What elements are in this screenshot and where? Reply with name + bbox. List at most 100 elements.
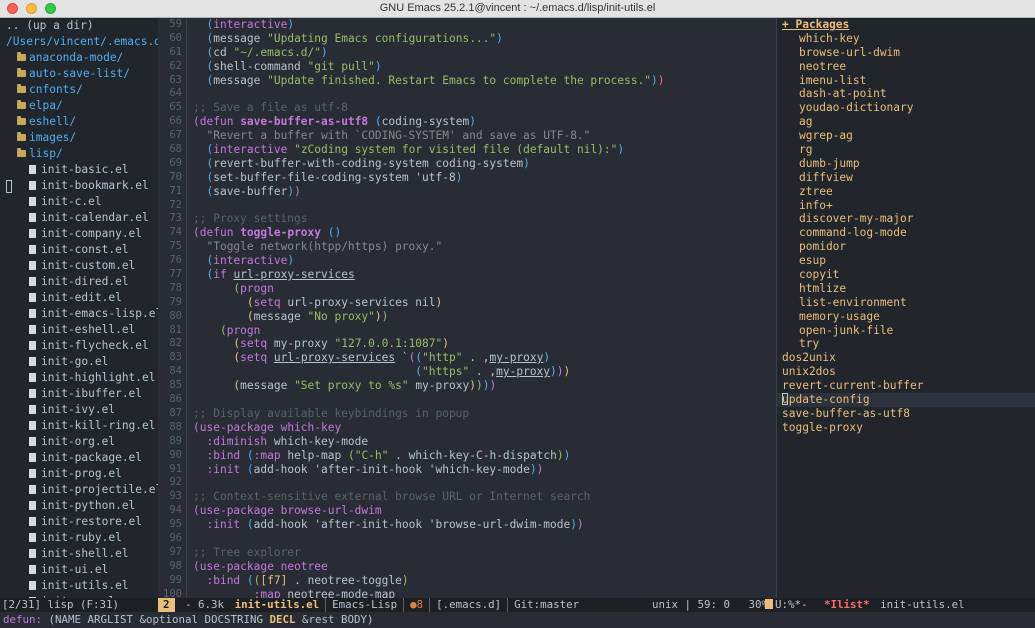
tree-file[interactable]: init-ruby.el xyxy=(0,530,158,546)
file-icon xyxy=(29,469,36,478)
imenu-package-item[interactable]: browse-url-dwim xyxy=(777,46,1035,60)
imenu-package-item[interactable]: youdao-dictionary xyxy=(777,101,1035,115)
minimize-button[interactable] xyxy=(26,3,37,14)
code-area[interactable]: (interactive) (message "Updating Emacs c… xyxy=(193,18,773,598)
close-button[interactable] xyxy=(7,3,18,14)
imenu-function-item[interactable]: save-buffer-as-utf8 xyxy=(777,407,1035,421)
maximize-button[interactable] xyxy=(45,3,56,14)
tree-file[interactable]: init-dired.el xyxy=(0,274,158,290)
tree-file[interactable]: init-python.el xyxy=(0,498,158,514)
line-number: 60 xyxy=(169,31,182,44)
imenu-package-item[interactable]: diffview xyxy=(777,171,1035,185)
tree-file[interactable]: init-flycheck.el xyxy=(0,338,158,354)
imenu-package-item[interactable]: pomidor xyxy=(777,240,1035,254)
tree-file[interactable]: init-prog.el xyxy=(0,466,158,482)
tree-file[interactable]: init-shell.el xyxy=(0,546,158,562)
tree-file[interactable]: init-bookmark.el xyxy=(0,178,158,194)
tree-file[interactable]: init-projectile.el xyxy=(0,482,158,498)
tree-file[interactable]: init-restore.el xyxy=(0,514,158,530)
imenu-package-item[interactable]: neotree xyxy=(777,60,1035,74)
imenu-package-item[interactable]: memory-usage xyxy=(777,310,1035,324)
code-editor[interactable]: 59 60 61 62 63 64 65 66 67 68 69 70 71 72 73 74 75 76 77 78… xyxy=(158,18,776,598)
line-number: 79 xyxy=(169,295,182,308)
tree-file[interactable]: init-basic.el xyxy=(0,162,158,178)
imenu-function-item[interactable]: »dos2unix xyxy=(777,351,1035,365)
line-number: 70 xyxy=(169,170,182,183)
tree-file[interactable]: init-go.el xyxy=(0,354,158,370)
imenu-package-item[interactable]: try xyxy=(777,337,1035,351)
tree-file[interactable]: init-c.el xyxy=(0,194,158,210)
tree-file[interactable]: init-company.el xyxy=(0,226,158,242)
tree-folder[interactable]: cnfonts/ xyxy=(0,82,158,98)
code-line: :bind (([f7] . neotree-toggle) xyxy=(206,573,409,587)
imenu-package-item[interactable]: esup xyxy=(777,254,1035,268)
tree-file[interactable]: init-calendar.el xyxy=(0,210,158,226)
imenu-function-item[interactable]: update-config xyxy=(777,393,1035,407)
imenu-package-item[interactable]: info+ xyxy=(777,199,1035,213)
code-line: (shell-command "git pull") xyxy=(206,59,382,73)
imenu-file-name: init-utils.el xyxy=(880,598,965,611)
tree-file[interactable]: init-emacs-lisp.el xyxy=(0,306,158,322)
imenu-function-item[interactable]: toggle-proxy xyxy=(777,421,1035,435)
tree-file[interactable]: init-ivy.el xyxy=(0,402,158,418)
file-icon xyxy=(29,437,36,446)
imenu-package-item[interactable]: imenu-list xyxy=(777,74,1035,88)
imenu-package-item[interactable]: htmlize xyxy=(777,282,1035,296)
imenu-package-item[interactable]: dumb-jump xyxy=(777,157,1035,171)
tree-folder[interactable]: auto-save-list/ xyxy=(0,66,158,82)
imenu-package-item[interactable]: wgrep-ag xyxy=(777,129,1035,143)
tree-file[interactable]: init-package.el xyxy=(0,450,158,466)
up-dir[interactable]: .. (up a dir) xyxy=(0,18,158,34)
major-mode[interactable]: Emacs-Lisp xyxy=(325,598,403,612)
tree-file[interactable]: init-edit.el xyxy=(0,290,158,306)
tree-folder[interactable]: elpa/ xyxy=(0,98,158,114)
tree-file[interactable]: init-org.el xyxy=(0,434,158,450)
buffer-name[interactable]: init-utils.el xyxy=(231,598,326,612)
line-number: 71 xyxy=(169,184,182,197)
folder-icon xyxy=(17,132,26,141)
imenu-package-item[interactable]: dash-at-point xyxy=(777,87,1035,101)
tree-file[interactable]: init-kill-ring.el xyxy=(0,418,158,434)
imenu-packages-header[interactable]: + Packages xyxy=(777,18,1035,32)
tree-folder[interactable]: lisp/ xyxy=(0,146,158,162)
imenu-package-item[interactable]: ag xyxy=(777,115,1035,129)
imenu-package-item[interactable]: »copyit xyxy=(777,268,1035,282)
line-number: 91 xyxy=(169,462,182,475)
tree-mode-line: [2/31] lisp (F:31) xyxy=(2,598,120,611)
imenu-package-item[interactable]: rg xyxy=(777,143,1035,157)
tree-folder[interactable]: eshell/ xyxy=(0,114,158,130)
tree-file[interactable]: init-eshell.el xyxy=(0,322,158,338)
line-number: 89 xyxy=(169,434,182,447)
code-line: ;; Context-sensitive external browse URL… xyxy=(193,490,591,504)
line-number-gutter: 59 60 61 62 63 64 65 66 67 68 69 70 71 72 73 74 75 76 77 78… xyxy=(158,18,187,598)
tree-file[interactable]: init-ui.el xyxy=(0,562,158,578)
tree-file[interactable]: init-ibuffer.el xyxy=(0,386,158,402)
file-icon xyxy=(29,165,36,174)
imenu-package-item[interactable]: discover-my-major xyxy=(777,212,1035,226)
tree-file[interactable]: init-highlight.el xyxy=(0,370,158,386)
imenu-function-item[interactable]: revert-current-buffer xyxy=(777,379,1035,393)
neotree-panel[interactable]: .. (up a dir) /Users/vincent/.emacs.d an… xyxy=(0,18,158,598)
tree-root-path[interactable]: /Users/vincent/.emacs.d xyxy=(0,34,158,50)
code-line: (interactive) xyxy=(206,18,295,31)
file-icon xyxy=(29,229,36,238)
flycheck-status[interactable]: ●8 xyxy=(403,598,429,612)
tree-folder[interactable]: images/ xyxy=(0,130,158,146)
imenu-function-item[interactable]: »unix2dos xyxy=(777,365,1035,379)
line-number: 84 xyxy=(169,365,182,378)
imenu-package-item[interactable]: which-key xyxy=(777,32,1035,46)
file-icon xyxy=(29,181,36,190)
tree-file[interactable]: init-utils.el xyxy=(0,578,158,594)
imenu-package-item[interactable]: ztree xyxy=(777,185,1035,199)
tree-folder[interactable]: anaconda-mode/ xyxy=(0,50,158,66)
imenu-list-panel[interactable]: + Packages which-key browse-url-dwim neotr… xyxy=(777,18,1035,598)
tree-file[interactable]: init-const.el xyxy=(0,242,158,258)
imenu-package-item[interactable]: command-log-mode xyxy=(777,226,1035,240)
tree-file[interactable]: init-custom.el xyxy=(0,258,158,274)
imenu-package-item[interactable]: list-environment xyxy=(777,296,1035,310)
folder-icon xyxy=(17,116,26,125)
folder-icon xyxy=(17,52,26,61)
vcs-branch[interactable]: Git:master xyxy=(507,598,585,612)
imenu-package-item[interactable]: open-junk-file xyxy=(777,324,1035,338)
